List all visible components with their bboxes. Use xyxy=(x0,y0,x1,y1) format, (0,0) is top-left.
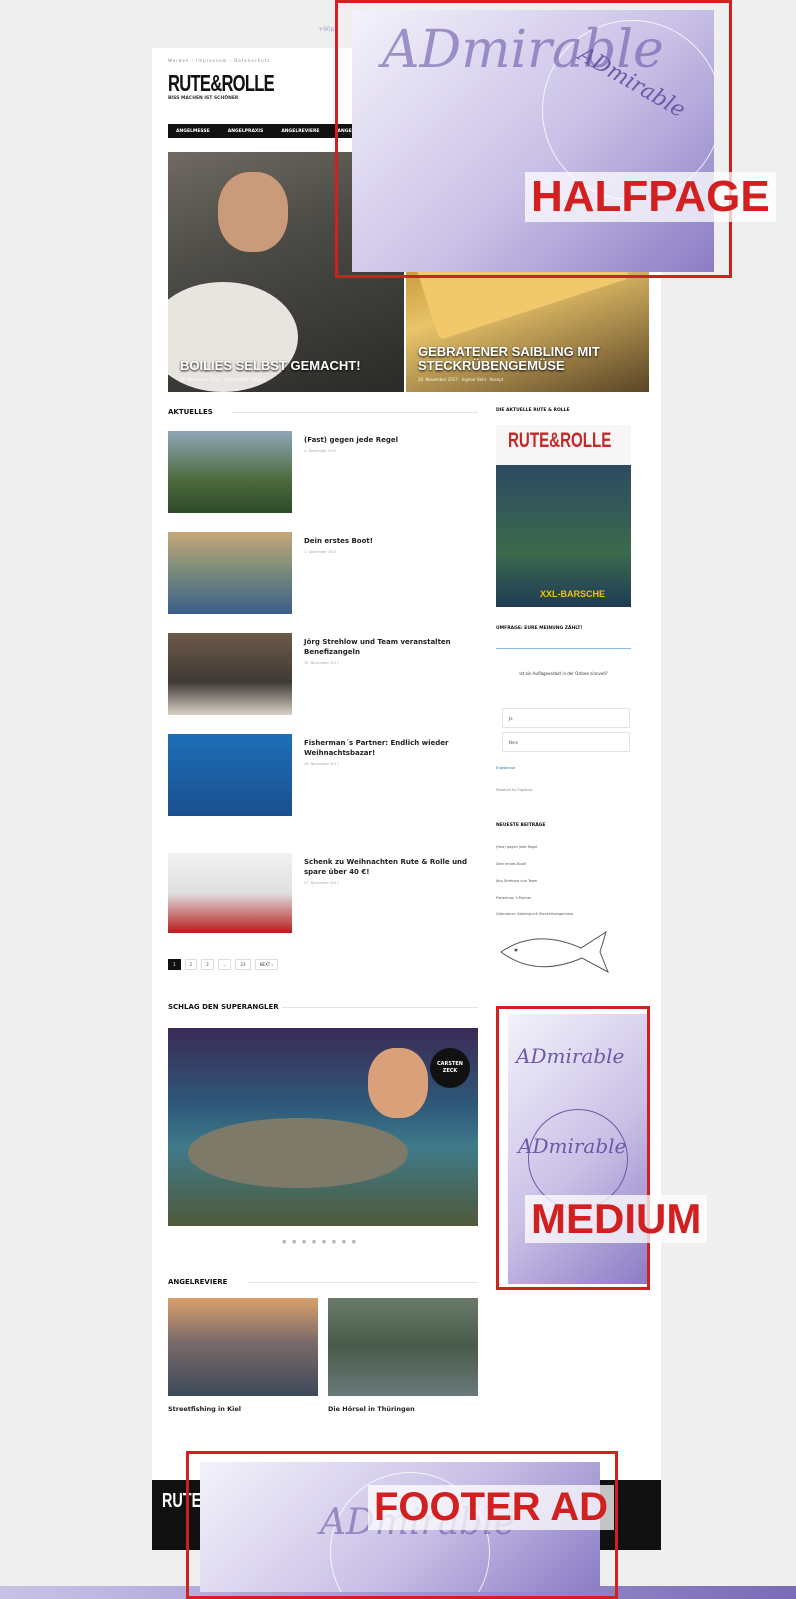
pagination: 1 2 3 ... 23 NEXT › xyxy=(168,959,279,970)
halfpage-label: HALFPAGE xyxy=(525,172,776,222)
banner-fish xyxy=(188,1118,408,1188)
recent-post[interactable]: (Fast) gegen jede Regel xyxy=(496,845,537,849)
recent-post[interactable]: Dein erstes Boot! xyxy=(496,862,527,866)
recent-post[interactable]: Jörg Strehlow und Team xyxy=(496,879,537,883)
reviere-caption[interactable]: Streetfishing in Kiel xyxy=(168,1405,241,1413)
hero-title[interactable]: GEBRATENER SAIBLING MIT STECKRÜBENGEMÜSE xyxy=(418,345,639,373)
article-title[interactable]: Schenk zu Weihnachten Rute & Rolle und s… xyxy=(304,857,474,877)
hero-person-image xyxy=(218,172,288,252)
article-thumbnail[interactable] xyxy=(168,532,292,614)
article-date: 27. November 2017 xyxy=(304,881,339,885)
cover-title: RUTE&ROLLE xyxy=(508,429,612,452)
article-thumbnail[interactable] xyxy=(168,853,292,933)
article-thumbnail[interactable] xyxy=(168,633,292,715)
site-tagline: BISS MACHEN IST SCHÖNER xyxy=(168,96,239,101)
page-23[interactable]: 23 xyxy=(235,959,251,970)
article-thumbnail[interactable] xyxy=(168,431,292,513)
poll-option-ja[interactable]: Ja xyxy=(502,708,630,728)
top-links[interactable]: Werben · Impressum · Datenschutz xyxy=(168,58,270,63)
hero-meta: 20. November 2017 · Ingmar Kohl · Rezept xyxy=(180,377,266,382)
sidebar-title-magazine: DIE AKTUELLE RUTE & ROLLE xyxy=(496,408,570,413)
section-title-superangler: SCHLAG DEN SUPERANGLER xyxy=(168,1003,279,1011)
sidebar-title-recent: NEUESTE BEITRÄGE xyxy=(496,823,546,828)
sidebar-title-poll: UMFRAGE: EURE MEINUNG ZÄHLT! xyxy=(496,626,583,631)
poll-question: Ist ein Auflageverbot in der Ostsee sinn… xyxy=(519,671,608,676)
cover-subtitle: XXL-BARSCHE xyxy=(540,589,606,599)
reviere-caption[interactable]: Die Hörsel in Thüringen xyxy=(328,1405,415,1413)
site-logo[interactable]: RUTE&ROLLE xyxy=(168,70,275,97)
page-2[interactable]: 2 xyxy=(184,959,198,970)
article-date: 4. Dezember 2017 xyxy=(304,449,337,453)
page-3[interactable]: 3 xyxy=(201,959,214,970)
list-item[interactable]: Fisherman´s Partner: Endlich wieder Weih… xyxy=(168,734,478,816)
article-title[interactable]: Fisherman´s Partner: Endlich wieder Weih… xyxy=(304,738,474,758)
poll-option-nein[interactable]: Nein xyxy=(502,732,630,752)
recent-post[interactable]: Gebratener Saibling mit Steckrübengemüse xyxy=(496,912,573,916)
reviere-thumb-kiel[interactable] xyxy=(168,1298,318,1396)
halfpage-frame xyxy=(335,0,732,278)
article-date: 28. November 2017 xyxy=(304,762,339,766)
article-title[interactable]: (Fast) gegen jede Regel xyxy=(304,435,474,445)
medium-frame xyxy=(496,1006,650,1290)
page-next[interactable]: NEXT › xyxy=(254,959,279,970)
hero-meta: 20. November 2017 · Ingmar Kohl · Rezept xyxy=(418,377,504,382)
section-title-aktuelles: AKTUELLES xyxy=(168,408,213,416)
page-ellipsis: ... xyxy=(217,959,232,970)
magazine-cover[interactable]: RUTE&ROLLE XXL-BARSCHE xyxy=(496,425,631,607)
nav-item-angelmesse[interactable]: ANGELMESSE xyxy=(176,129,210,134)
poll-credit: Powered by Ergebnis xyxy=(496,788,533,792)
nav-item-angelreviere[interactable]: ANGELREVIERE xyxy=(281,129,319,134)
article-title[interactable]: Jörg Strehlow und Team veranstalten Bene… xyxy=(304,637,474,657)
article-date: 1. Dezember 2017 xyxy=(304,550,337,554)
fish-illustration xyxy=(500,930,609,974)
hero-title[interactable]: BOILIES SELBST GEMACHT! xyxy=(180,359,394,373)
recent-post[interactable]: Fisherman´s Partner xyxy=(496,896,531,900)
section-title-angelreviere: ANGELREVIERE xyxy=(168,1278,228,1286)
carousel-dots[interactable]: ● ● ● ● ● ● ● ● xyxy=(282,1239,358,1245)
banner-badge: CARSTEN ZECK xyxy=(430,1048,470,1088)
list-item[interactable]: Schenk zu Weihnachten Rute & Rolle und s… xyxy=(168,853,478,933)
article-date: 30. November 2017 xyxy=(304,661,339,665)
poll-results-link[interactable]: Ergebnisse xyxy=(496,766,515,770)
list-item[interactable]: Dein erstes Boot! 1. Dezember 2017 xyxy=(168,532,478,614)
list-item[interactable]: Jörg Strehlow und Team veranstalten Bene… xyxy=(168,633,478,715)
footer-ad-label: FOOTER AD xyxy=(368,1485,615,1530)
article-thumbnail[interactable] xyxy=(168,734,292,816)
medium-label: MEDIUM xyxy=(525,1195,708,1243)
nav-item-angelpraxis[interactable]: ANGELPRAXIS xyxy=(228,129,264,134)
article-title[interactable]: Dein erstes Boot! xyxy=(304,536,474,546)
list-item[interactable]: (Fast) gegen jede Regel 4. Dezember 2017 xyxy=(168,431,478,513)
superangler-banner[interactable]: CARSTEN ZECK xyxy=(168,1028,478,1226)
page-1[interactable]: 1 xyxy=(168,959,181,970)
banner-person xyxy=(368,1048,428,1118)
reviere-thumb-hoersel[interactable] xyxy=(328,1298,478,1396)
